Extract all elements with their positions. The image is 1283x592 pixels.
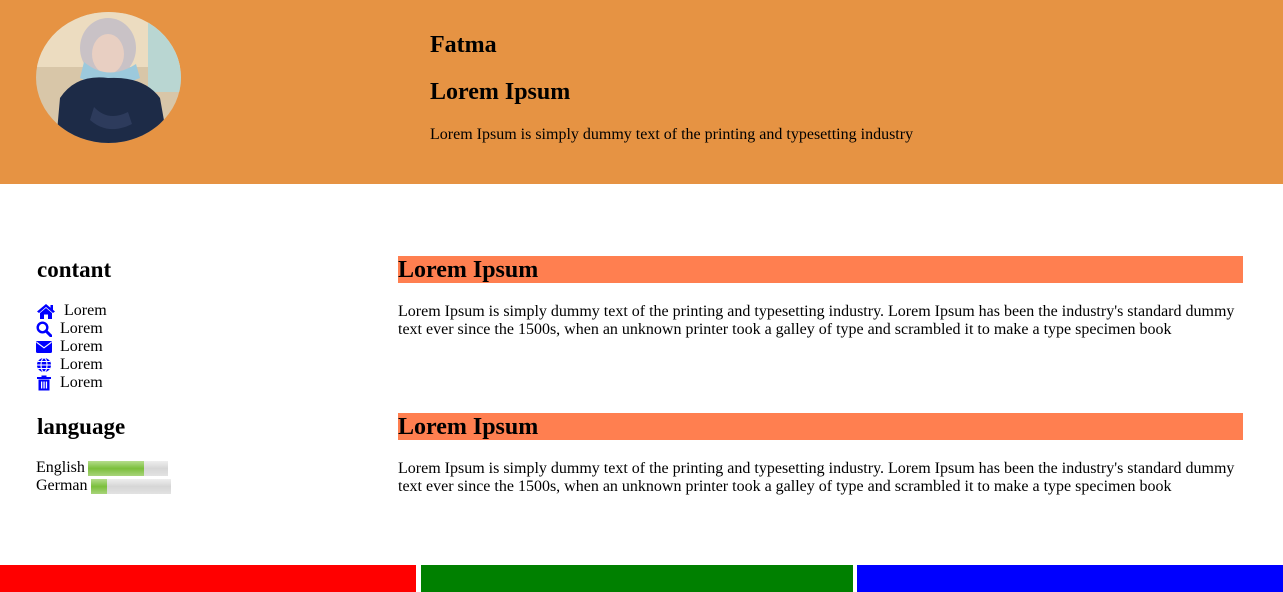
- section-body: Lorem Ipsum is simply dummy text of the …: [398, 303, 1235, 338]
- profile-name: Fatma: [430, 32, 497, 58]
- language-list: English German: [36, 459, 171, 495]
- section-title: Lorem Ipsum: [398, 413, 1243, 440]
- contact-item-label: Lorem: [64, 302, 107, 319]
- avatar-photo: [36, 12, 181, 143]
- profile-subtitle: Lorem Ipsum: [430, 79, 571, 105]
- profile-header: Fatma Lorem Ipsum Lorem Ipsum is simply …: [0, 0, 1283, 184]
- contact-item-trash[interactable]: Lorem: [36, 374, 107, 392]
- contact-item-label: Lorem: [60, 374, 103, 391]
- search-icon: [36, 321, 52, 337]
- language-name: English: [36, 459, 85, 476]
- contact-item-home[interactable]: Lorem: [36, 302, 107, 320]
- language-progress-fill: [87, 460, 144, 476]
- language-heading: language: [37, 414, 126, 439]
- footer-bar-red: [0, 565, 416, 592]
- contact-item-label: Lorem: [60, 356, 103, 373]
- section-title: Lorem Ipsum: [398, 256, 1243, 283]
- footer-bar-blue: [857, 565, 1283, 592]
- contact-item-label: Lorem: [60, 338, 103, 355]
- contact-item-search[interactable]: Lorem: [36, 320, 107, 338]
- contact-item-label: Lorem: [60, 320, 103, 337]
- language-progress-fill: [90, 478, 107, 494]
- globe-icon: [37, 357, 51, 373]
- profile-tagline: Lorem Ipsum is simply dummy text of the …: [430, 126, 914, 143]
- contact-list: Lorem Lorem Lorem Lorem Lorem: [36, 302, 107, 392]
- avatar: [36, 12, 181, 143]
- contact-item-globe[interactable]: Lorem: [36, 356, 107, 374]
- section-body: Lorem Ipsum is simply dummy text of the …: [398, 460, 1235, 495]
- footer-bar-green: [421, 565, 853, 592]
- language-progress-bar: [87, 460, 168, 476]
- language-item: German: [36, 477, 171, 495]
- language-item: English: [36, 459, 171, 477]
- envelope-icon: [36, 341, 52, 353]
- language-name: German: [36, 477, 88, 494]
- contact-item-email[interactable]: Lorem: [36, 338, 107, 356]
- trash-icon: [37, 375, 51, 391]
- contact-heading: contant: [37, 257, 112, 282]
- home-icon: [37, 304, 55, 319]
- language-progress-bar: [90, 478, 171, 494]
